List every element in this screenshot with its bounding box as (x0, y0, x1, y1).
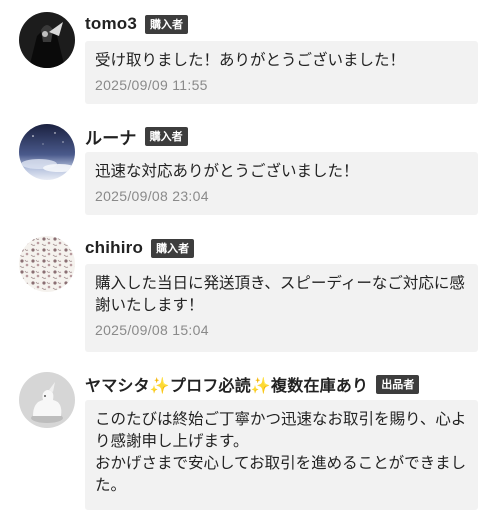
avatar[interactable] (19, 236, 75, 292)
comment-bubble: 受け取りました！ありがとうございました！ 2025/09/09 11:55 (85, 41, 478, 104)
avatar[interactable] (19, 124, 75, 180)
user-avatar-icon (19, 372, 75, 428)
avatar[interactable] (19, 12, 75, 68)
buyer-badge: 購入者 (145, 14, 188, 34)
username[interactable]: tomo3 (85, 14, 137, 34)
comment-text: 迅速な対応ありがとうございました！ (95, 162, 359, 180)
username[interactable]: chihiro (85, 238, 143, 258)
buyer-badge: 購入者 (151, 238, 195, 258)
comment-bubble: 購入した当日に発送頂き、スピーディーなご対応に感謝いたします！ 2025/09/… (85, 264, 478, 352)
comment-bubble: 迅速な対応ありがとうございました！ 2025/09/08 23:04 (85, 152, 478, 215)
comment-bubble: このたびは終始ご丁寧かつ迅速なお取引を賜り、心より感謝申し上げます。 おかげさま… (85, 400, 478, 510)
seller-badge: 出品者 (376, 374, 420, 394)
comment-text: このたびは終始ご丁寧かつ迅速なお取引を賜り、心より感謝申し上げます。 おかげさま… (95, 410, 467, 494)
buyer-badge: 購入者 (144, 126, 188, 146)
username[interactable]: ヤマシタ✨プロフ必読✨複数在庫あり (85, 372, 368, 396)
comment-timestamp: 2025/09/09 11:55 (95, 77, 208, 93)
comment-timestamp: 2025/09/08 23:04 (95, 188, 209, 204)
comment-text: 受け取りました！ありがとうございました！ (95, 51, 406, 69)
user-avatar-icon (19, 124, 75, 180)
comment-text: 購入した当日に発送頂き、スピーディーなご対応に感謝いたします！ (95, 274, 465, 314)
user-avatar-icon (19, 236, 75, 292)
avatar[interactable] (19, 372, 75, 428)
username[interactable]: ルーナ (85, 124, 137, 149)
user-avatar-icon (19, 12, 75, 68)
comment-timestamp: 2025/09/08 15:04 (95, 322, 209, 338)
